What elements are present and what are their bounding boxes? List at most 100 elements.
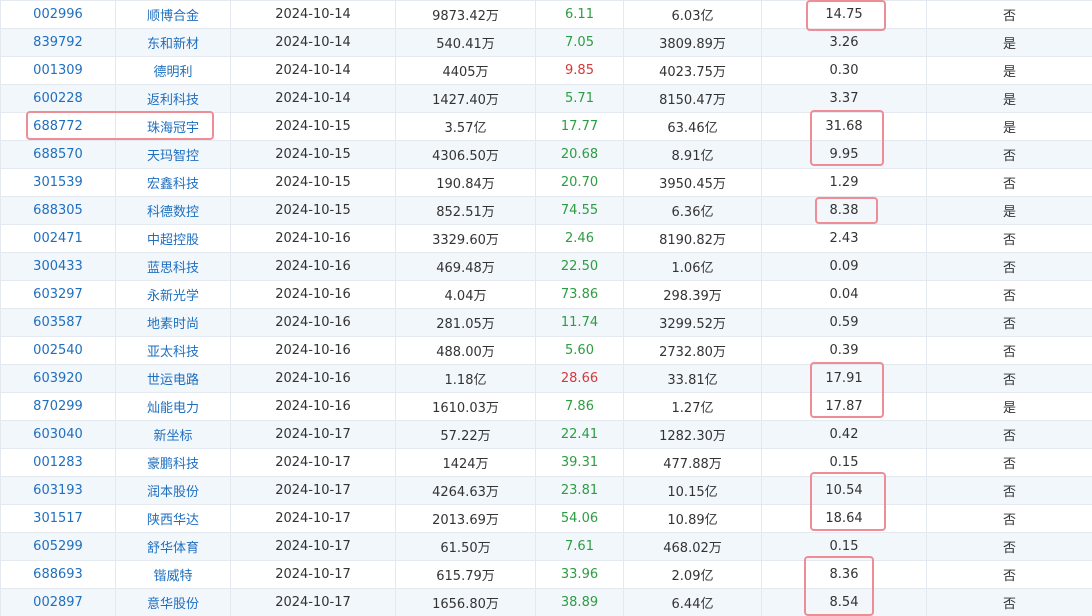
stock-name-link[interactable]: 世运电路 (147, 373, 199, 388)
market-cap-cell: 33.81亿 (623, 364, 762, 393)
flag-cell: 否 (926, 308, 1092, 337)
stock-name-link[interactable]: 锴威特 (153, 569, 192, 584)
ratio-cell: 8.54 (761, 588, 927, 616)
stock-code-link[interactable]: 603587 (33, 315, 83, 330)
stock-code-link[interactable]: 002996 (33, 7, 83, 22)
stock-name-link[interactable]: 永新光学 (147, 289, 199, 304)
table-row: 002471 中超控股 2024-10-16 3329.60万 2.46 8190.82万… (0, 224, 1092, 253)
stock-code-link[interactable]: 603193 (33, 483, 83, 498)
stock-code-link[interactable]: 688570 (33, 147, 83, 162)
stock-name-cell: 亚太科技 (115, 336, 231, 365)
stock-code-cell: 301539 (0, 168, 116, 197)
stock-name-link[interactable]: 返利科技 (147, 93, 199, 108)
stock-name-cell: 德明利 (115, 56, 231, 85)
stock-code-link[interactable]: 002471 (33, 231, 83, 246)
stock-code-link[interactable]: 301539 (33, 175, 83, 190)
flag-cell: 否 (926, 532, 1092, 561)
stock-code-link[interactable]: 001283 (33, 455, 83, 470)
ratio-cell: 9.95 (761, 140, 927, 169)
stock-name-link[interactable]: 新坐标 (153, 429, 192, 444)
stock-code-link[interactable]: 688772 (33, 119, 83, 134)
stock-code-cell: 002996 (0, 0, 116, 29)
stock-name-link[interactable]: 宏鑫科技 (147, 177, 199, 192)
stock-code-link[interactable]: 300433 (33, 259, 83, 274)
market-cap-cell: 10.15亿 (623, 476, 762, 505)
flag-cell: 否 (926, 504, 1092, 533)
table-row: 002540 亚太科技 2024-10-16 488.00万 5.60 2732.80万 0… (0, 336, 1092, 365)
stock-code-cell: 603920 (0, 364, 116, 393)
stock-code-link[interactable]: 301517 (33, 511, 83, 526)
stock-code-link[interactable]: 839792 (33, 35, 83, 50)
stock-name-link[interactable]: 蓝思科技 (147, 261, 199, 276)
stock-name-link[interactable]: 豪鹏科技 (147, 457, 199, 472)
stock-name-cell: 中超控股 (115, 224, 231, 253)
stock-code-link[interactable]: 603040 (33, 427, 83, 442)
stock-name-link[interactable]: 东和新材 (147, 37, 199, 52)
table-row: 301517 陕西华达 2024-10-17 2013.69万 54.06 10.89亿 1… (0, 504, 1092, 533)
stock-code-link[interactable]: 603297 (33, 287, 83, 302)
amount-cell: 190.84万 (395, 168, 536, 197)
stock-code-cell: 300433 (0, 252, 116, 281)
stock-name-link[interactable]: 陕西华达 (147, 513, 199, 528)
stock-code-cell: 002471 (0, 224, 116, 253)
flag-cell: 否 (926, 168, 1092, 197)
market-cap-cell: 1282.30万 (623, 420, 762, 449)
ratio-cell: 17.91 (761, 364, 927, 393)
table-row: 603920 世运电路 2024-10-16 1.18亿 28.66 33.81亿 17.9… (0, 364, 1092, 393)
stock-name-link[interactable]: 中超控股 (147, 233, 199, 248)
stock-code-link[interactable]: 600228 (33, 91, 83, 106)
stock-name-cell: 灿能电力 (115, 392, 231, 421)
stock-name-link[interactable]: 亚太科技 (147, 345, 199, 360)
ratio-cell: 0.30 (761, 56, 927, 85)
stock-code-cell: 002897 (0, 588, 116, 616)
amount-cell: 57.22万 (395, 420, 536, 449)
ratio-cell: 0.04 (761, 280, 927, 309)
stock-name-cell: 科德数控 (115, 196, 231, 225)
stock-code-cell: 001309 (0, 56, 116, 85)
stock-name-cell: 世运电路 (115, 364, 231, 393)
stock-name-link[interactable]: 顺博合金 (147, 9, 199, 24)
stock-code-link[interactable]: 605299 (33, 539, 83, 554)
stock-name-link[interactable]: 德明利 (153, 65, 192, 80)
stock-code-link[interactable]: 688305 (33, 203, 83, 218)
flag-cell: 是 (926, 196, 1092, 225)
stock-code-cell: 603297 (0, 280, 116, 309)
stock-code-link[interactable]: 002897 (33, 595, 83, 610)
table-row: 688570 天玛智控 2024-10-15 4306.50万 20.68 8.91亿 9.… (0, 140, 1092, 169)
stock-name-link[interactable]: 天玛智控 (147, 149, 199, 164)
flag-cell: 否 (926, 252, 1092, 281)
pe-cell: 73.86 (535, 280, 624, 309)
date-cell: 2024-10-17 (230, 420, 396, 449)
pe-cell: 2.46 (535, 224, 624, 253)
stock-name-cell: 锴威特 (115, 560, 231, 589)
stock-name-link[interactable]: 地素时尚 (147, 317, 199, 332)
market-cap-cell: 8.91亿 (623, 140, 762, 169)
stock-name-link[interactable]: 舒华体育 (147, 541, 199, 556)
stock-code-link[interactable]: 870299 (33, 399, 83, 414)
ratio-cell: 1.29 (761, 168, 927, 197)
stock-name-link[interactable]: 润本股份 (147, 485, 199, 500)
flag-cell: 否 (926, 140, 1092, 169)
ratio-cell: 31.68 (761, 112, 927, 141)
ratio-cell: 0.59 (761, 308, 927, 337)
flag-cell: 否 (926, 588, 1092, 616)
stock-code-link[interactable]: 001309 (33, 63, 83, 78)
stock-code-cell: 301517 (0, 504, 116, 533)
amount-cell: 1.18亿 (395, 364, 536, 393)
amount-cell: 4306.50万 (395, 140, 536, 169)
stock-name-link[interactable]: 意华股份 (147, 597, 199, 612)
market-cap-cell: 6.03亿 (623, 0, 762, 29)
stock-code-link[interactable]: 688693 (33, 567, 83, 582)
amount-cell: 61.50万 (395, 532, 536, 561)
stock-name-link[interactable]: 科德数控 (147, 205, 199, 220)
stock-name-link[interactable]: 珠海冠宇 (147, 121, 199, 136)
date-cell: 2024-10-17 (230, 504, 396, 533)
table-row: 603193 润本股份 2024-10-17 4264.63万 23.81 10.15亿 1… (0, 476, 1092, 505)
stock-name-link[interactable]: 灿能电力 (147, 401, 199, 416)
amount-cell: 4.04万 (395, 280, 536, 309)
stock-code-link[interactable]: 002540 (33, 343, 83, 358)
amount-cell: 4405万 (395, 56, 536, 85)
stock-name-cell: 返利科技 (115, 84, 231, 113)
stock-code-link[interactable]: 603920 (33, 371, 83, 386)
flag-cell: 是 (926, 84, 1092, 113)
